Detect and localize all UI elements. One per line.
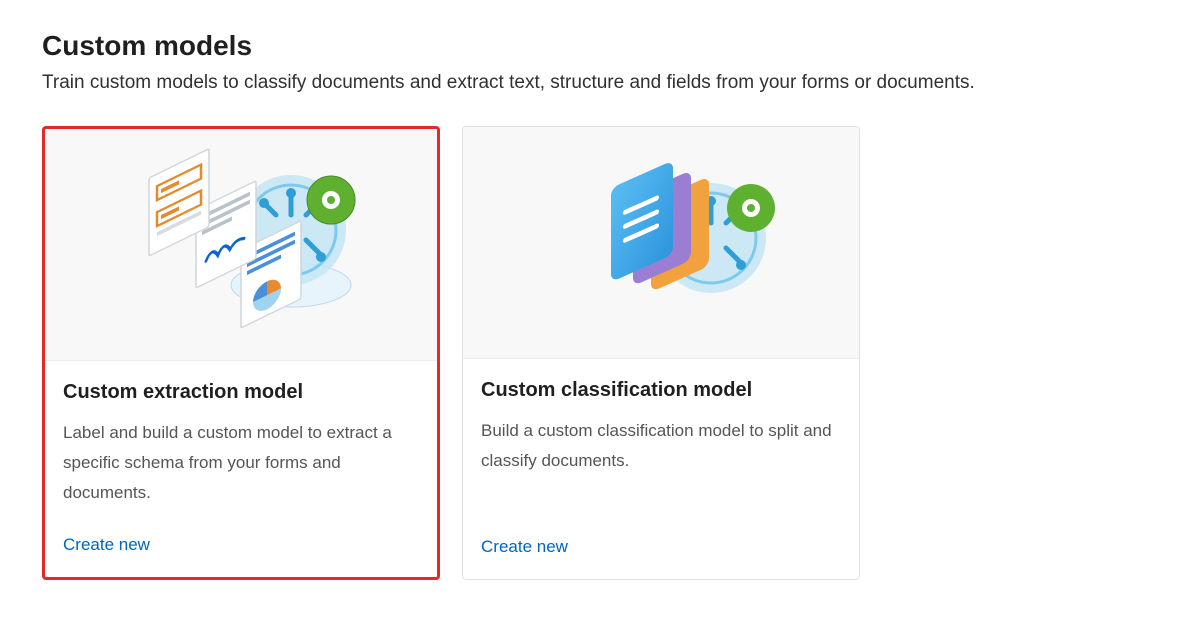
- card-custom-extraction[interactable]: Custom extraction model Label and build …: [42, 126, 440, 580]
- card-description-classification: Build a custom classification model to s…: [481, 416, 841, 509]
- card-illustration-extraction: [45, 129, 437, 361]
- card-title-classification: Custom classification model: [481, 379, 841, 402]
- page-subtitle: Train custom models to classify document…: [42, 72, 1159, 94]
- stack-ai-icon: [521, 138, 801, 348]
- card-description-extraction: Label and build a custom model to extrac…: [63, 418, 419, 507]
- card-body: Custom classification model Build a cust…: [463, 359, 859, 579]
- create-new-extraction-link[interactable]: Create new: [63, 535, 150, 555]
- cards-row: Custom extraction model Label and build …: [42, 126, 1159, 580]
- card-title-extraction: Custom extraction model: [63, 381, 419, 404]
- create-new-classification-link[interactable]: Create new: [481, 537, 568, 557]
- card-custom-classification[interactable]: Custom classification model Build a cust…: [462, 126, 860, 580]
- page-title: Custom models: [42, 30, 1159, 62]
- card-body: Custom extraction model Label and build …: [45, 361, 437, 577]
- documents-ai-icon: [101, 140, 381, 350]
- card-illustration-classification: [463, 127, 859, 359]
